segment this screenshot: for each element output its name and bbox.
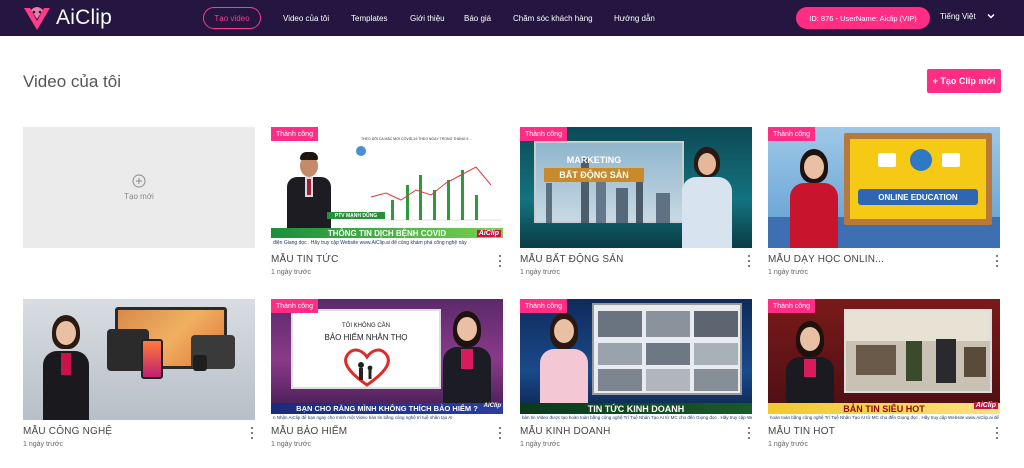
headline-bar: THÔNG TIN DỊCH BỆNH COVID	[271, 228, 503, 238]
video-date: 1 ngày trước	[520, 269, 561, 276]
presenter-figure	[37, 313, 95, 420]
insurance-line1: TÔI KHÔNG CẦN	[341, 323, 390, 329]
video-title[interactable]: MẪU KINH DOANH	[520, 426, 611, 437]
presenter-figure	[672, 145, 738, 248]
more-options-icon[interactable]	[497, 427, 503, 439]
insurance-line2: BẢO HIỂM NHÂN THỌ	[324, 333, 408, 342]
brand-watermark: AiClip	[483, 403, 501, 409]
family-heart-icon	[344, 348, 390, 387]
more-options-icon[interactable]	[249, 427, 255, 439]
more-options-icon[interactable]	[746, 427, 752, 439]
presenter-figure	[437, 309, 497, 405]
more-options-icon[interactable]	[994, 255, 1000, 267]
video-thumbnail[interactable]	[23, 299, 255, 420]
video-thumbnail[interactable]: Thành công ONLINE EDUCATION	[768, 127, 1000, 248]
board-frame: ONLINE EDUCATION	[844, 133, 992, 225]
watch	[193, 355, 207, 371]
aiclip-logo-icon	[24, 7, 50, 30]
phone	[141, 339, 163, 379]
video-card[interactable]: Thành công TÔI KHÔNG CẦN BẢO HIỂM NHÂN T…	[271, 299, 503, 448]
video-date: 1 ngày trước	[271, 441, 312, 448]
video-card[interactable]: MẪU CÔNG NGHỆ 1 ngày trước	[23, 299, 255, 448]
logo-text: AiClip	[56, 6, 113, 29]
menu-item-pricing[interactable]: Báo giá	[464, 14, 491, 23]
video-thumbnail[interactable]: Thành công MARKETING BẤT ĐỘNG SẢN	[520, 127, 752, 248]
create-new-thumbnail[interactable]: Tạo mới	[23, 127, 255, 248]
real-estate-label: BẤT ĐỘNG SẢN	[544, 168, 644, 182]
news-ticker: n Nhận AiClip để bạn ngay cho mình một V…	[271, 414, 503, 420]
video-card[interactable]: Thành công BẢN TIN SIÊU HOT hoàn toàn bằ…	[768, 299, 1000, 448]
video-date: 1 ngày trước	[768, 269, 809, 276]
top-navbar: AiClip Tạo video Video của tôi Templates…	[0, 0, 1024, 36]
more-options-icon[interactable]	[746, 255, 752, 267]
status-badge: Thành công	[271, 299, 318, 313]
more-options-icon[interactable]	[497, 255, 503, 267]
create-new-label: Tạo mới	[124, 192, 154, 201]
news-ticker: điện Giang dọc . Hãy truy cập Website ww…	[271, 238, 503, 248]
headline-bar: BẠN CHO RẰNG MÌNH KHÔNG THÍCH BẢO HIỂM ?	[271, 403, 503, 414]
video-date: 1 ngày trước	[23, 441, 64, 448]
status-badge: Thành công	[768, 299, 815, 313]
plus-circle-icon	[132, 174, 146, 188]
video-date: 1 ngày trước	[271, 269, 312, 276]
video-title[interactable]: MẪU BẢO HIỂM	[271, 426, 347, 437]
teacher-figure	[784, 147, 844, 248]
chevron-down-icon[interactable]	[986, 11, 996, 21]
new-clip-button[interactable]: + Tạo Clip mới	[927, 69, 1001, 93]
video-title[interactable]: MẪU BẤT ĐỘNG SẢN	[520, 254, 624, 265]
video-card[interactable]: Thành công THEO DÕI CA MẮC MỚI COVID-19 …	[271, 127, 503, 276]
presenter-figure	[534, 311, 594, 403]
create-new-card[interactable]: Tạo mới	[23, 127, 255, 248]
logo[interactable]: AiClip	[22, 4, 112, 32]
presenter-figure	[780, 319, 840, 403]
brand-watermark: AiClip	[973, 402, 998, 409]
news-ticker: hoàn toàn bằng công nghệ Trí Tuệ Nhân Tạ…	[768, 414, 1000, 420]
headline-bar: TIN TỨC KINH DOANH	[520, 403, 752, 414]
menu-item-templates[interactable]: Templates	[351, 14, 387, 23]
marketing-label: MARKETING	[566, 155, 622, 165]
language-selector[interactable]: Tiếng Việt	[940, 12, 976, 21]
status-badge: Thành công	[271, 127, 318, 141]
status-badge: Thành công	[768, 127, 815, 141]
news-ticker: bản tin Video được tạo hoàn toàn bằng cô…	[520, 414, 752, 420]
video-thumbnail[interactable]: Thành công THEO DÕI CA MẮC MỚI COVID-19 …	[271, 127, 503, 248]
video-thumbnail[interactable]: Thành công TÔI KHÔNG CẦN BẢO HIỂM NHÂN T…	[271, 299, 503, 420]
name-tag: PTV MẠNH DŨNG	[327, 212, 385, 219]
video-title[interactable]: MẪU CÔNG NGHỆ	[23, 426, 112, 437]
video-thumbnail[interactable]: Thành công BẢN TIN SIÊU HOT hoàn toàn bằ…	[768, 299, 1000, 420]
brand-watermark: AiClip	[476, 230, 501, 237]
video-date: 1 ngày trước	[520, 441, 561, 448]
menu-item-my-videos[interactable]: Video của tôi	[283, 14, 329, 23]
city-screen	[534, 141, 684, 223]
headline-bar: BẢN TIN SIÊU HOT	[768, 403, 1000, 414]
chart-title: THEO DÕI CA MẮC MỚI COVID-19 THEO NGÀY T…	[361, 137, 473, 141]
video-title[interactable]: MẪU TIN TỨC	[271, 254, 339, 265]
menu-item-support[interactable]: Chăm sóc khách hàng	[513, 14, 593, 23]
create-video-button[interactable]: Tạo video	[203, 7, 261, 29]
video-title[interactable]: MẪU TIN HOT	[768, 426, 835, 437]
status-badge: Thành công	[520, 299, 567, 313]
video-card[interactable]: Thành công TIN TỨC KINH DOANH bản tin Vi…	[520, 299, 752, 448]
news-footage-screen	[844, 309, 992, 393]
page-title: Video của tôi	[23, 72, 121, 91]
user-account-button[interactable]: ID: 876 - UserName: Aiclip (VIP)	[796, 7, 930, 29]
menu-item-about[interactable]: Giới thiệu	[410, 14, 445, 23]
insurance-card: TÔI KHÔNG CẦN BẢO HIỂM NHÂN THỌ	[291, 309, 441, 389]
menu-item-guide[interactable]: Hướng dẫn	[614, 14, 655, 23]
video-card[interactable]: Thành công ONLINE EDUCATION MẪU DẠY HỌC …	[768, 127, 1000, 276]
video-card[interactable]: Thành công MARKETING BẤT ĐỘNG SẢN MẪU BẤ…	[520, 127, 752, 276]
video-date: 1 ngày trước	[768, 441, 809, 448]
board-text: ONLINE EDUCATION	[858, 189, 978, 205]
more-options-icon[interactable]	[994, 427, 1000, 439]
video-title[interactable]: MẪU DẠY HỌC ONLIN...	[768, 254, 884, 265]
car-listing-screen	[592, 303, 742, 395]
status-badge: Thành công	[520, 127, 567, 141]
video-thumbnail[interactable]: Thành công TIN TỨC KINH DOANH bản tin Vi…	[520, 299, 752, 420]
